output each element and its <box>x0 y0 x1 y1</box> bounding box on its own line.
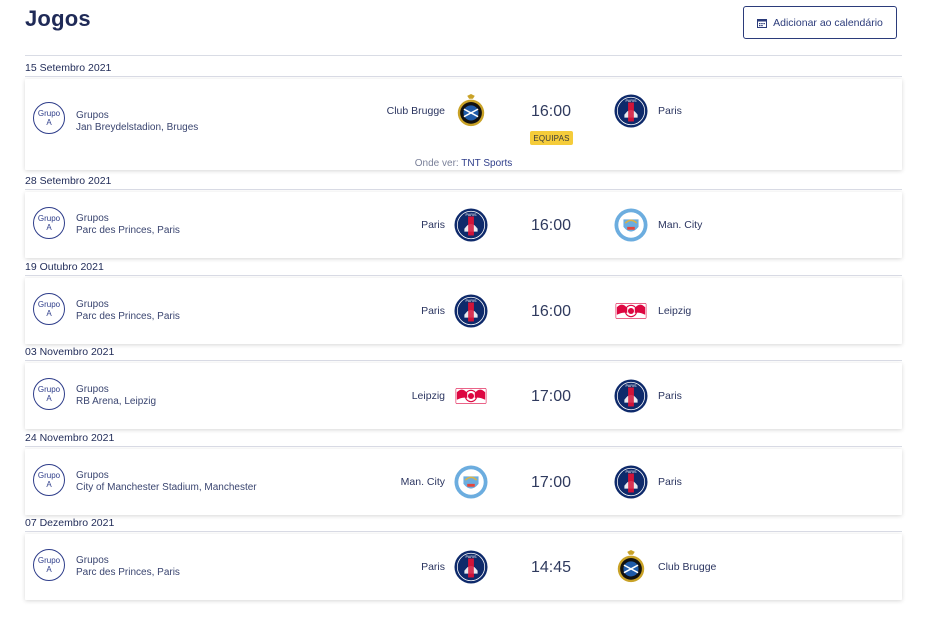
match-venue: RB Arena, Leipzig <box>76 396 157 407</box>
group-label: Grupo <box>37 300 61 309</box>
match-stage: Grupos <box>76 110 109 121</box>
match-card[interactable]: Grupo A Grupos City of Manchester Stadiu… <box>25 449 902 515</box>
group-letter: A <box>46 480 52 489</box>
match-stage: Grupos <box>76 470 109 481</box>
club-brugge-logo-icon <box>454 94 488 128</box>
match-card[interactable]: Grupo A Grupos RB Arena, Leipzig Leipzig… <box>25 363 902 429</box>
match-venue: Parc des Princes, Paris <box>76 225 180 236</box>
group-label: Grupo <box>37 385 61 394</box>
date-divider <box>25 275 902 276</box>
match-time: 16:00 <box>530 217 572 234</box>
match-info: Grupos Jan Breydelstadion, Bruges <box>76 110 198 134</box>
match-date: 28 Setembro 2021 <box>25 175 112 187</box>
group-letter: A <box>46 565 52 574</box>
match-venue: City of Manchester Stadium, Manchester <box>76 482 257 493</box>
group-badge: Grupo A <box>33 207 65 239</box>
tv-channel-link[interactable]: TNT Sports <box>461 158 512 169</box>
where-to-watch-label: Onde ver: <box>414 158 459 169</box>
page-header: Jogos Adicionar ao calendário <box>25 6 900 48</box>
group-letter: A <box>46 223 52 232</box>
date-divider <box>25 446 902 447</box>
home-team-name[interactable]: Paris <box>421 305 445 317</box>
group-label: Grupo <box>37 556 61 565</box>
psg-logo-icon <box>614 379 648 413</box>
match-info: Grupos Parc des Princes, Paris <box>76 299 180 323</box>
match-stage: Grupos <box>76 555 109 566</box>
match-time: 17:00 <box>530 388 572 405</box>
match-date: 07 Dezembro 2021 <box>25 517 115 529</box>
match-stage: Grupos <box>76 299 109 310</box>
group-letter: A <box>46 118 52 127</box>
rb-leipzig-logo-icon <box>614 294 648 328</box>
match-info: Grupos RB Arena, Leipzig <box>76 384 156 408</box>
away-team-name[interactable]: Leipzig <box>658 305 691 317</box>
group-letter: A <box>46 309 52 318</box>
group-badge: Grupo A <box>33 378 65 410</box>
match-date: 24 Novembro 2021 <box>25 432 115 444</box>
match-card[interactable]: Grupo A Grupos Parc des Princes, Paris P… <box>25 534 902 600</box>
match-stage: Grupos <box>76 384 109 395</box>
add-to-calendar-label: Adicionar ao calendário <box>773 16 883 29</box>
match-info: Grupos Parc des Princes, Paris <box>76 213 180 237</box>
away-team-name[interactable]: Paris <box>658 476 682 488</box>
group-label: Grupo <box>37 471 61 480</box>
group-badge: Grupo A <box>33 293 65 325</box>
where-to-watch: Onde ver: TNT Sports <box>25 158 902 169</box>
home-team-name[interactable]: Club Brugge <box>387 105 445 117</box>
match-time: 14:45 <box>530 559 572 576</box>
group-badge: Grupo A <box>33 549 65 581</box>
psg-logo-icon <box>454 294 488 328</box>
match-info: Grupos Parc des Princes, Paris <box>76 555 180 579</box>
group-letter: A <box>46 394 52 403</box>
add-to-calendar-button[interactable]: Adicionar ao calendário <box>743 6 897 39</box>
match-date: 15 Setembro 2021 <box>25 62 112 74</box>
date-divider <box>25 76 902 77</box>
group-badge: Grupo A <box>33 464 65 496</box>
home-team-name[interactable]: Man. City <box>401 476 445 488</box>
match-date: 19 Outubro 2021 <box>25 261 104 273</box>
away-team-name[interactable]: Man. City <box>658 219 702 231</box>
header-divider <box>25 55 902 56</box>
group-label: Grupo <box>37 109 61 118</box>
psg-logo-icon <box>614 94 648 128</box>
group-label: Grupo <box>37 214 61 223</box>
rb-leipzig-logo-icon <box>454 379 488 413</box>
match-time: 16:00 <box>530 103 572 120</box>
home-team-name[interactable]: Paris <box>421 219 445 231</box>
home-team-name[interactable]: Leipzig <box>412 390 445 402</box>
home-team-name[interactable]: Paris <box>421 561 445 573</box>
match-venue: Jan Breydelstadion, Bruges <box>76 122 199 133</box>
away-team-name[interactable]: Paris <box>658 105 682 117</box>
match-info: Grupos City of Manchester Stadium, Manch… <box>76 470 257 494</box>
club-brugge-logo-icon <box>614 550 648 584</box>
match-venue: Parc des Princes, Paris <box>76 567 180 578</box>
match-card[interactable]: Grupo A Grupos Parc des Princes, Paris P… <box>25 192 902 258</box>
lineups-badge[interactable]: EQUIPAS <box>530 131 573 145</box>
date-divider <box>25 189 902 190</box>
match-date: 03 Novembro 2021 <box>25 346 115 358</box>
match-time: 16:00 <box>530 303 572 320</box>
man-city-logo-icon <box>614 208 648 242</box>
away-team-name[interactable]: Paris <box>658 390 682 402</box>
man-city-logo-icon <box>454 465 488 499</box>
match-card[interactable]: Grupo A Grupos Jan Breydelstadion, Bruge… <box>25 79 902 170</box>
match-card[interactable]: Grupo A Grupos Parc des Princes, Paris P… <box>25 278 902 344</box>
group-badge: Grupo A <box>33 102 65 134</box>
match-stage: Grupos <box>76 213 109 224</box>
away-team-name[interactable]: Club Brugge <box>658 561 716 573</box>
page-title: Jogos <box>25 6 91 31</box>
match-venue: Parc des Princes, Paris <box>76 311 180 322</box>
calendar-icon <box>757 18 768 28</box>
match-time: 17:00 <box>530 474 572 491</box>
date-divider <box>25 531 902 532</box>
psg-logo-icon <box>454 550 488 584</box>
psg-logo-icon <box>614 465 648 499</box>
date-divider <box>25 360 902 361</box>
psg-logo-icon <box>454 208 488 242</box>
